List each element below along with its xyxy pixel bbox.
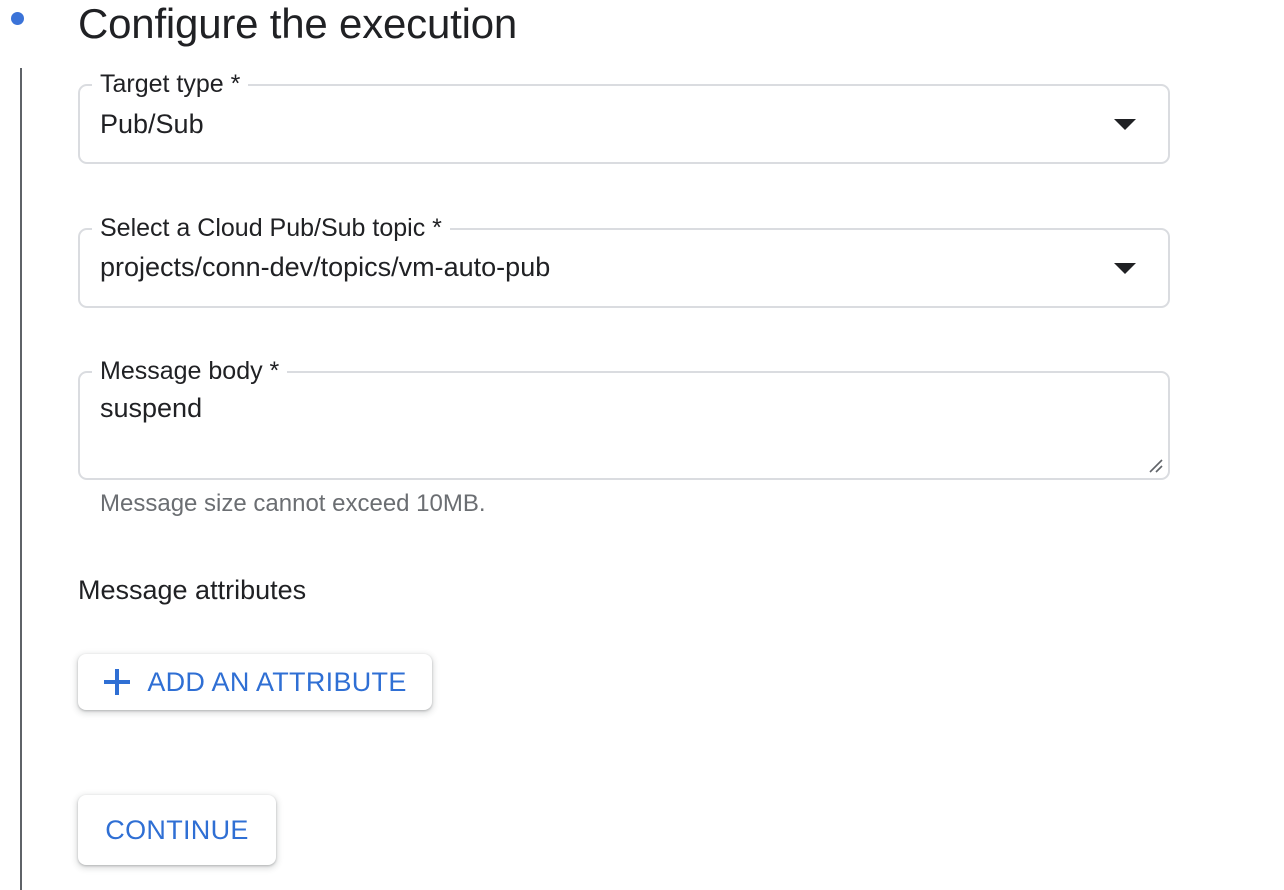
configure-execution-step: Configure the execution Target type * Pu… [0, 0, 1284, 890]
step-title: Configure the execution [78, 0, 518, 47]
plus-icon [104, 669, 131, 695]
message-body-value: suspend [100, 393, 203, 423]
chevron-down-icon[interactable] [1114, 119, 1136, 130]
resize-grip-icon[interactable] [1146, 456, 1164, 474]
target-type-label: Target type * [92, 68, 249, 100]
message-size-helper-text: Message size cannot exceed 10MB. [100, 490, 486, 517]
target-type-value: Pub/Sub [100, 109, 204, 139]
message-attributes-heading: Message attributes [78, 575, 307, 605]
add-attribute-button[interactable]: ADD AN ATTRIBUTE [78, 654, 432, 710]
message-body-label: Message body * [92, 355, 288, 387]
target-type-select[interactable]: Target type * Pub/Sub [78, 68, 1170, 164]
message-body-textarea[interactable]: Message body * suspend [78, 355, 1170, 480]
pubsub-topic-label: Select a Cloud Pub/Sub topic * [92, 212, 450, 244]
chevron-down-icon[interactable] [1114, 263, 1136, 274]
pubsub-topic-value: projects/conn-dev/topics/vm-auto-pub [100, 252, 551, 282]
continue-button[interactable]: CONTINUE [78, 795, 276, 865]
step-indicator-icon [11, 12, 24, 25]
pubsub-topic-select[interactable]: Select a Cloud Pub/Sub topic * projects/… [78, 212, 1170, 308]
step-connector-line [20, 68, 22, 890]
add-attribute-button-label: ADD AN ATTRIBUTE [147, 666, 407, 697]
continue-button-label: CONTINUE [105, 814, 249, 845]
